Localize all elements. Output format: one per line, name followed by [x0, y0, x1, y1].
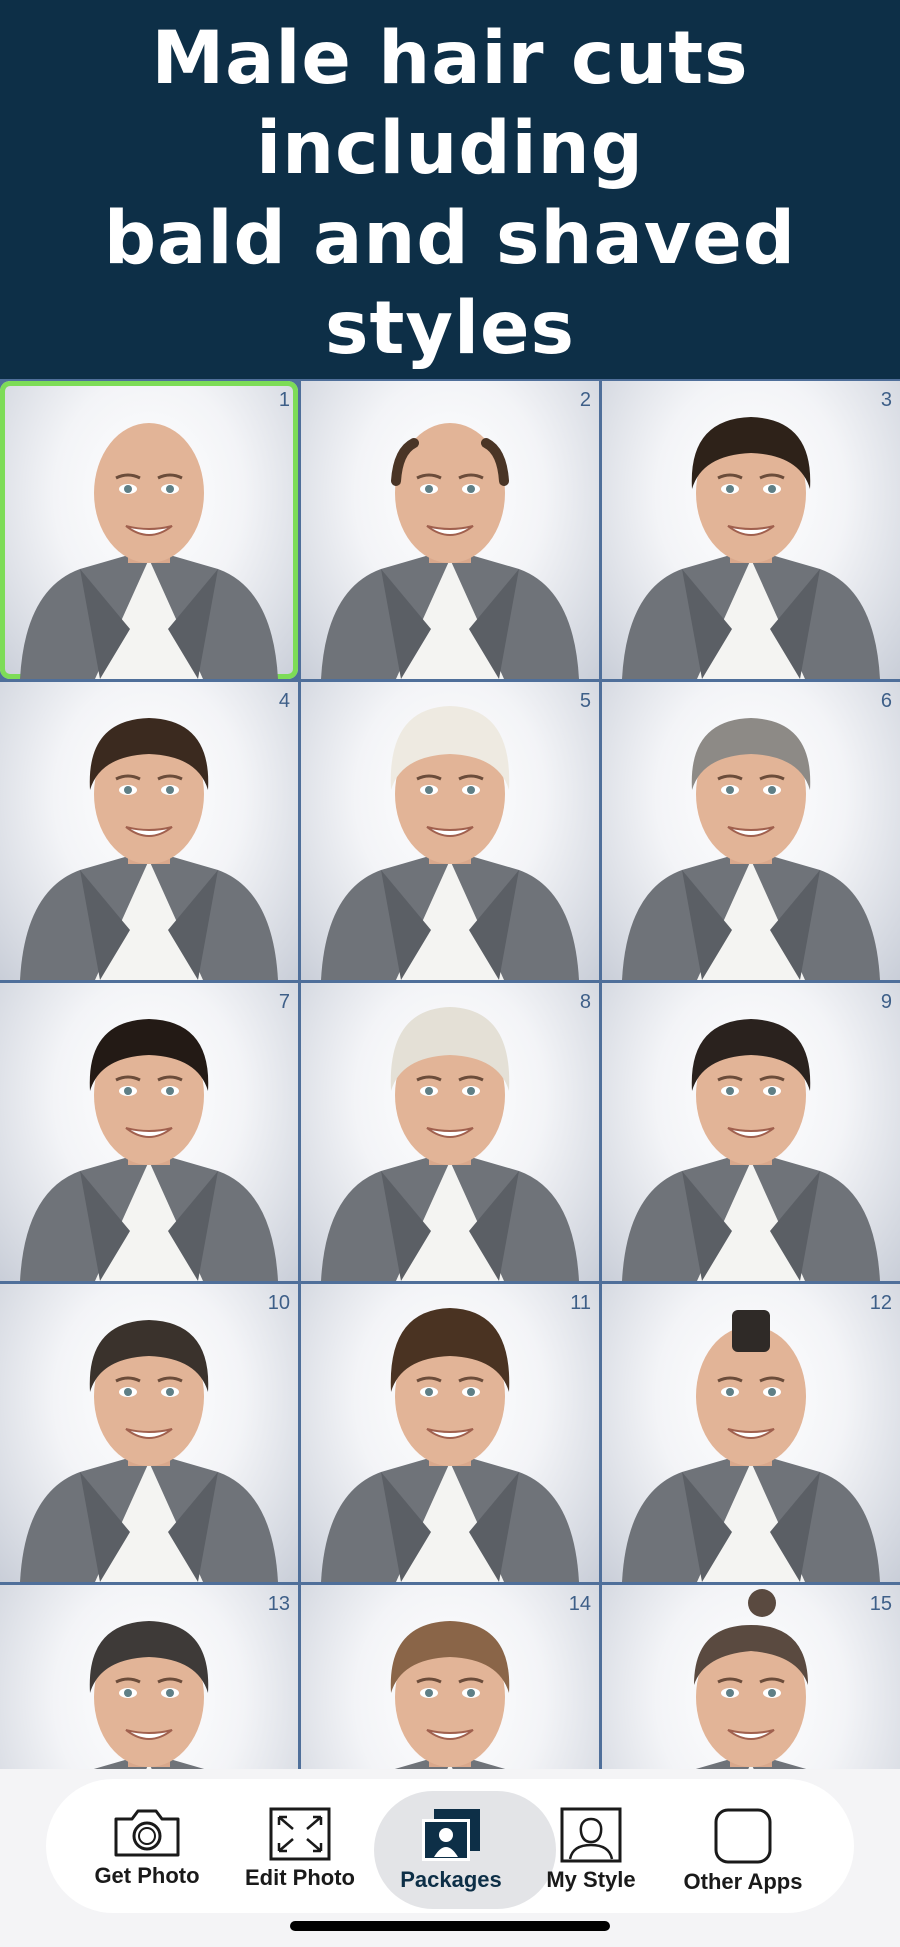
hairstyle-cell[interactable]: 9: [602, 983, 900, 1281]
hairstyle-number: 13: [267, 1593, 290, 1615]
hairstyle-cell[interactable]: 4: [0, 682, 298, 980]
person-outline-icon: [560, 1807, 622, 1863]
hairstyle-number: 5: [579, 690, 591, 712]
tab-label: My Style: [546, 1867, 636, 1892]
hairstyle-number: 11: [570, 1292, 591, 1314]
hairstyle-portrait: [622, 417, 880, 679]
hairstyle-cell[interactable]: 11: [301, 1284, 599, 1582]
hairstyle-number: 14: [568, 1593, 591, 1615]
hairstyle-portrait: [694, 1589, 808, 1769]
hairstyle-number: 12: [869, 1292, 892, 1314]
tab-label: Edit Photo: [245, 1865, 355, 1890]
hairstyle-cell[interactable]: 7: [0, 983, 298, 1281]
tab-label: Packages: [400, 1867, 502, 1892]
hairstyle-portrait: [20, 1320, 278, 1582]
hairstyle-number: 2: [579, 389, 591, 411]
resize-icon: [269, 1807, 331, 1861]
hairstyle-portrait: [321, 706, 579, 980]
hairstyle-portrait: [20, 718, 278, 980]
hairstyle-portrait: [390, 1621, 510, 1769]
hairstyle-cell[interactable]: 13: [0, 1585, 298, 1769]
hairstyle-number: 10: [267, 1292, 290, 1314]
tab-get-photo[interactable]: Get Photo: [72, 1793, 222, 1903]
rounded-square-icon: [714, 1808, 772, 1864]
hairstyle-number: 9: [880, 991, 892, 1013]
hairstyle-number: 7: [278, 991, 290, 1013]
hairstyle-portrait: [20, 423, 278, 679]
banner-title: Male hair cuts including bald and shaved…: [103, 15, 797, 371]
hairstyle-number: 6: [880, 690, 892, 712]
hairstyle-number: 8: [579, 991, 591, 1013]
hairstyle-cell[interactable]: 14: [301, 1585, 599, 1769]
hairstyle-cell[interactable]: 3: [602, 381, 900, 679]
hairstyle-portrait: [622, 1019, 880, 1281]
hairstyle-cell[interactable]: 12: [602, 1284, 900, 1582]
hairstyle-cell[interactable]: 1: [0, 381, 298, 679]
tab-packages[interactable]: Packages: [374, 1791, 556, 1909]
tab-other-apps[interactable]: Other Apps: [668, 1793, 818, 1903]
tab-label: Get Photo: [94, 1863, 200, 1888]
hairstyle-portrait: [89, 1621, 209, 1769]
tab-edit-photo[interactable]: Edit Photo: [225, 1793, 375, 1903]
tab-label: Other Apps: [683, 1869, 803, 1894]
tab-my-style[interactable]: My Style: [516, 1793, 666, 1903]
hairstyle-portrait: [321, 1007, 579, 1281]
camera-icon: [114, 1809, 180, 1857]
hairstyle-cell[interactable]: 6: [602, 682, 900, 980]
banner-header: Male hair cuts including bald and shaved…: [0, 0, 900, 379]
hairstyle-number: 1: [278, 389, 290, 411]
hairstyle-number: 3: [880, 389, 892, 411]
hairstyle-portrait: [321, 1308, 579, 1582]
home-indicator: [290, 1921, 610, 1931]
hairstyle-portrait: [622, 1310, 880, 1582]
hairstyle-portrait: [622, 718, 880, 980]
hairstyle-cell[interactable]: 5: [301, 682, 599, 980]
hairstyle-cell[interactable]: 2: [301, 381, 599, 679]
hairstyle-grid: 1 2 3 4 5 6 7 8 9 10 11 12 13 14 15: [0, 379, 900, 1769]
hairstyle-number: 15: [869, 1593, 892, 1615]
hairstyle-number: 4: [278, 690, 290, 712]
hairstyle-portrait: [20, 1019, 278, 1281]
packages-icon: [422, 1809, 480, 1861]
hairstyle-cell[interactable]: 15: [602, 1585, 900, 1769]
hairstyle-portrait: [321, 423, 579, 679]
hairstyle-cell[interactable]: 8: [301, 983, 599, 1281]
hairstyle-cell[interactable]: 10: [0, 1284, 298, 1582]
